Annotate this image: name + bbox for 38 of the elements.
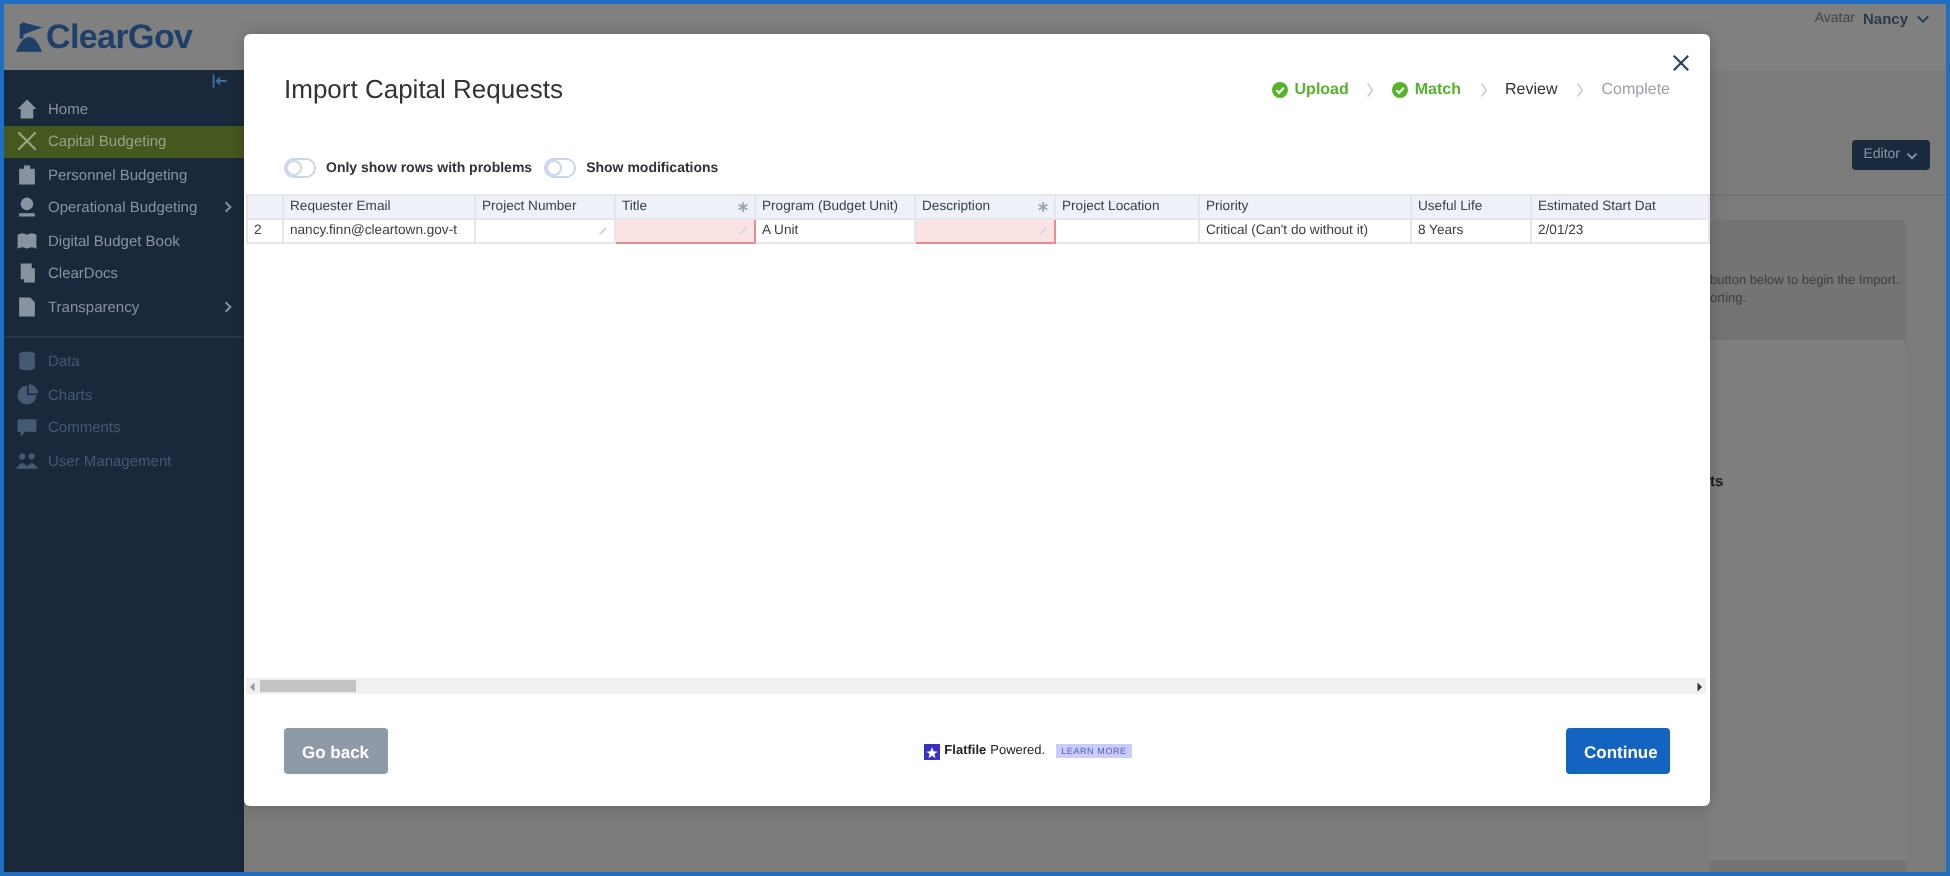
close-icon[interactable] [1672, 54, 1690, 72]
document-icon [16, 295, 38, 318]
logo[interactable]: ClearGov [46, 17, 193, 57]
chevron-right-icon [1366, 81, 1375, 97]
collapse-icon[interactable] [212, 74, 228, 88]
toggle-switch[interactable] [544, 158, 577, 178]
scroll-right-icon[interactable] [1692, 681, 1706, 691]
badge-icon [16, 163, 38, 186]
database-icon [16, 350, 38, 373]
continue-button[interactable]: Continue [1565, 728, 1670, 774]
scroll-left-icon[interactable] [246, 681, 260, 691]
table-cell[interactable] [615, 219, 755, 243]
dialog-title: Import Capital Requests [284, 74, 565, 104]
step: Review [1505, 80, 1558, 98]
check-icon [1392, 81, 1409, 97]
pie-icon [16, 383, 38, 406]
documents-icon [16, 262, 38, 285]
toggle-switch[interactable] [284, 158, 316, 178]
book-icon [16, 229, 38, 252]
step: Match [1392, 80, 1462, 98]
step: Complete [1601, 80, 1670, 98]
chevron-right-icon [1575, 81, 1584, 97]
go-back-button[interactable]: Go back [284, 728, 388, 774]
coin-icon [16, 196, 38, 219]
check-icon [1272, 81, 1289, 97]
chevron-down-icon [1906, 151, 1918, 159]
chevron-right-icon [1479, 81, 1488, 97]
home-icon [16, 97, 38, 120]
flag-icon [16, 22, 42, 52]
star-logo-icon [924, 743, 941, 759]
chevron-down-icon [1916, 14, 1930, 24]
table-cell[interactable] [915, 219, 1055, 243]
people-icon [16, 449, 38, 472]
tools-icon [16, 130, 38, 153]
horizontal-scrollbar[interactable] [246, 678, 1706, 694]
scrollbar-thumb[interactable] [260, 680, 356, 692]
speech-bubble-icon [16, 416, 38, 439]
step: Upload [1272, 80, 1349, 98]
